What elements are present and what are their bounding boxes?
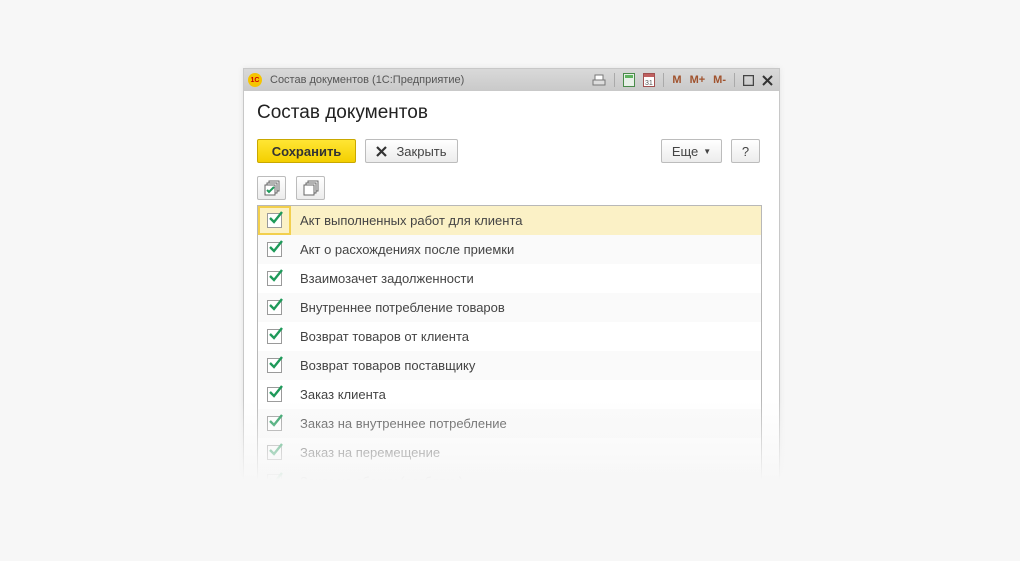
checkmark-icon <box>269 298 283 311</box>
checkbox-cell <box>258 235 291 264</box>
list-item[interactable]: Возврат товаров от клиента <box>258 322 761 351</box>
calculator-icon[interactable] <box>623 73 636 87</box>
save-button[interactable]: Сохранить <box>257 139 356 163</box>
checkmark-icon <box>269 327 283 340</box>
title-bar: 1С Состав документов (1С:Предприятие) 31… <box>244 69 779 91</box>
more-button-label: Еще <box>671 143 699 159</box>
svg-text:31: 31 <box>645 80 653 87</box>
memory-minus-button[interactable]: M- <box>713 74 726 86</box>
checkbox[interactable] <box>267 211 283 228</box>
checkbox[interactable] <box>267 327 283 344</box>
divider <box>614 73 616 87</box>
checkbox-cell <box>258 351 291 380</box>
divider <box>734 73 735 87</box>
list-item[interactable]: Внутреннее потребление товаров <box>258 293 761 322</box>
more-button[interactable]: Еще ▼ <box>661 139 722 163</box>
list-item[interactable]: Акт выполненных работ для клиента <box>258 206 761 235</box>
uncheck-all-button[interactable] <box>296 176 325 200</box>
bottom-fade <box>0 400 1020 561</box>
page-title: Состав документов <box>257 102 428 123</box>
memory-button[interactable]: M <box>672 74 681 86</box>
checkbox-cell <box>258 322 291 351</box>
list-item[interactable]: Взаимозачет задолженности <box>258 264 761 293</box>
checkbox[interactable] <box>267 240 283 257</box>
list-item-label: Взаимозачет задолженности <box>300 271 474 286</box>
window-title: Состав документов (1С:Предприятие) <box>270 74 465 86</box>
checkmark-icon <box>269 240 283 253</box>
help-button[interactable]: ? <box>731 139 760 163</box>
list-item-label: Внутреннее потребление товаров <box>300 300 505 315</box>
list-item[interactable]: Возврат товаров поставщику <box>258 351 761 380</box>
checkbox-cell <box>258 206 291 235</box>
checkmark-icon <box>269 211 283 224</box>
close-icon[interactable] <box>762 74 773 86</box>
list-item-label: Возврат товаров от клиента <box>300 329 470 344</box>
checkmark-icon <box>269 356 283 369</box>
checkmark-icon <box>269 269 283 282</box>
list-item-label: Акт о расхождениях после приемки <box>300 242 515 257</box>
checkbox[interactable] <box>267 298 283 315</box>
chevron-down-icon: ▼ <box>703 146 712 156</box>
checkbox-cell <box>258 293 291 322</box>
list-item-label: Возврат товаров поставщику <box>300 358 476 373</box>
print-icon[interactable] <box>592 74 606 87</box>
close-button[interactable]: Закрыть <box>365 139 458 163</box>
checkbox-cell <box>258 264 291 293</box>
checkbox[interactable] <box>267 269 283 286</box>
close-icon <box>376 145 388 157</box>
maximize-icon[interactable] <box>743 74 754 86</box>
close-button-label: Закрыть <box>396 143 447 159</box>
check-all-icon <box>264 180 279 196</box>
checkbox[interactable] <box>267 356 283 373</box>
uncheck-all-icon <box>303 180 318 196</box>
1c-logo-icon: 1С <box>248 73 262 87</box>
list-item[interactable]: Акт о расхождениях после приемки <box>258 235 761 264</box>
list-item-label: Акт выполненных работ для клиента <box>300 213 523 228</box>
calendar-icon[interactable]: 31 <box>643 73 656 87</box>
checkmark-icon <box>269 385 283 398</box>
divider <box>663 73 665 87</box>
check-all-button[interactable] <box>257 176 286 200</box>
memory-plus-button[interactable]: M+ <box>690 74 706 86</box>
